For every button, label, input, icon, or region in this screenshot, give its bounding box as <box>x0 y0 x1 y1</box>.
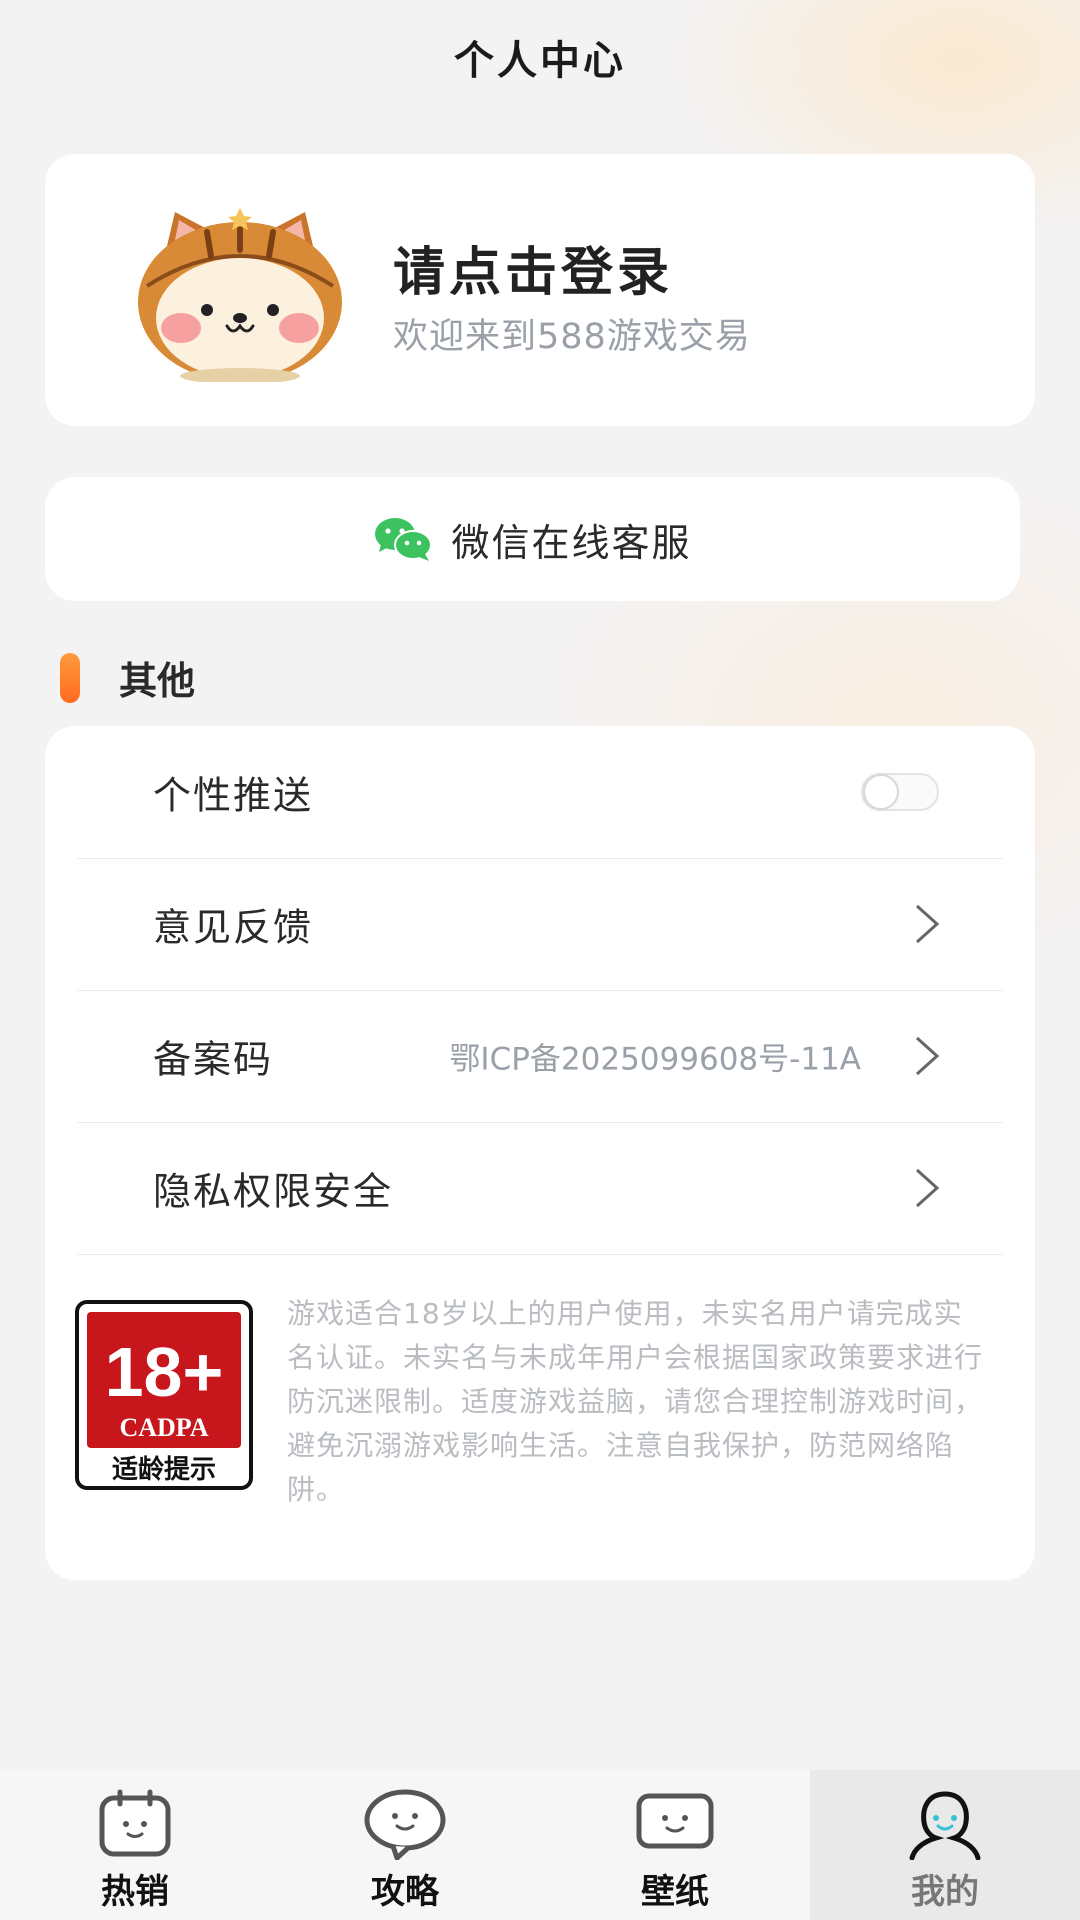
section-accent-bar <box>60 652 80 703</box>
chevron-right-icon <box>915 904 940 944</box>
login-prompt[interactable]: 请点击登录 <box>393 230 673 305</box>
feedback-label: 意见反馈 <box>153 905 314 950</box>
age-rating-badge: 18+ CADPA 适龄提示 <box>75 1300 253 1490</box>
settings-row-privacy[interactable]: 隐私权限安全 <box>77 1122 1003 1255</box>
section-header-other: 其他 <box>60 650 195 705</box>
age-rating-text: 18+ <box>105 1333 224 1411</box>
privacy-label: 隐私权限安全 <box>153 1169 394 1214</box>
toggle-knob <box>863 774 899 810</box>
tab-hot[interactable]: 热销 <box>0 1770 270 1920</box>
chevron-right-icon <box>915 1168 940 1208</box>
wechat-icon <box>375 518 433 561</box>
chat-bubble-face-icon <box>364 1789 446 1860</box>
page: 个人中心 请点击登录 欢迎来到588游戏交易 微信在线客服 其他 个性推送 意见… <box>0 0 1080 1920</box>
chevron-right-icon <box>915 1036 940 1076</box>
bottom-tab-bar: 热销 攻略 壁纸 我的 <box>0 1770 1080 1920</box>
section-title: 其他 <box>119 659 196 703</box>
page-title: 个人中心 <box>454 38 626 84</box>
settings-row-push[interactable]: 个性推送 <box>77 726 1003 859</box>
avatar[interactable] <box>137 206 343 382</box>
icp-label: 备案码 <box>153 1037 274 1082</box>
tab-label: 热销 <box>101 1872 169 1912</box>
push-toggle[interactable] <box>861 773 939 811</box>
cadpa-text: CADPA <box>119 1413 208 1442</box>
settings-row-feedback[interactable]: 意见反馈 <box>77 858 1003 991</box>
person-icon <box>909 1791 981 1860</box>
push-label: 个性推送 <box>153 773 314 818</box>
age-rating-caption: 适龄提示 <box>112 1454 216 1485</box>
screen-face-icon <box>636 1793 714 1849</box>
calendar-face-icon <box>99 1789 171 1857</box>
welcome-text: 欢迎来到588游戏交易 <box>393 317 751 357</box>
tab-label: 壁纸 <box>641 1872 709 1912</box>
tab-wallpaper[interactable]: 壁纸 <box>540 1770 810 1920</box>
settings-row-icp[interactable]: 备案码 鄂ICP备2025099608号-11A <box>77 990 1003 1123</box>
tab-guide[interactable]: 攻略 <box>270 1770 540 1920</box>
wechat-service-button[interactable]: 微信在线客服 <box>45 477 1020 601</box>
tab-label: 攻略 <box>371 1872 439 1912</box>
tab-label: 我的 <box>911 1872 979 1912</box>
profile-card[interactable]: 请点击登录 欢迎来到588游戏交易 <box>45 154 1035 426</box>
settings-card: 个性推送 意见反馈 备案码 鄂ICP备2025099608号-11A 隐私权限安… <box>45 726 1035 1580</box>
tab-mine[interactable]: 我的 <box>810 1770 1080 1920</box>
age-notice-text: 游戏适合18岁以上的用户使用，未实名用户请完成实名认证。未实名与未成年用户会根据… <box>287 1297 984 1506</box>
icp-value: 鄂ICP备2025099608号-11A <box>449 1041 861 1078</box>
wechat-service-label: 微信在线客服 <box>451 520 692 565</box>
